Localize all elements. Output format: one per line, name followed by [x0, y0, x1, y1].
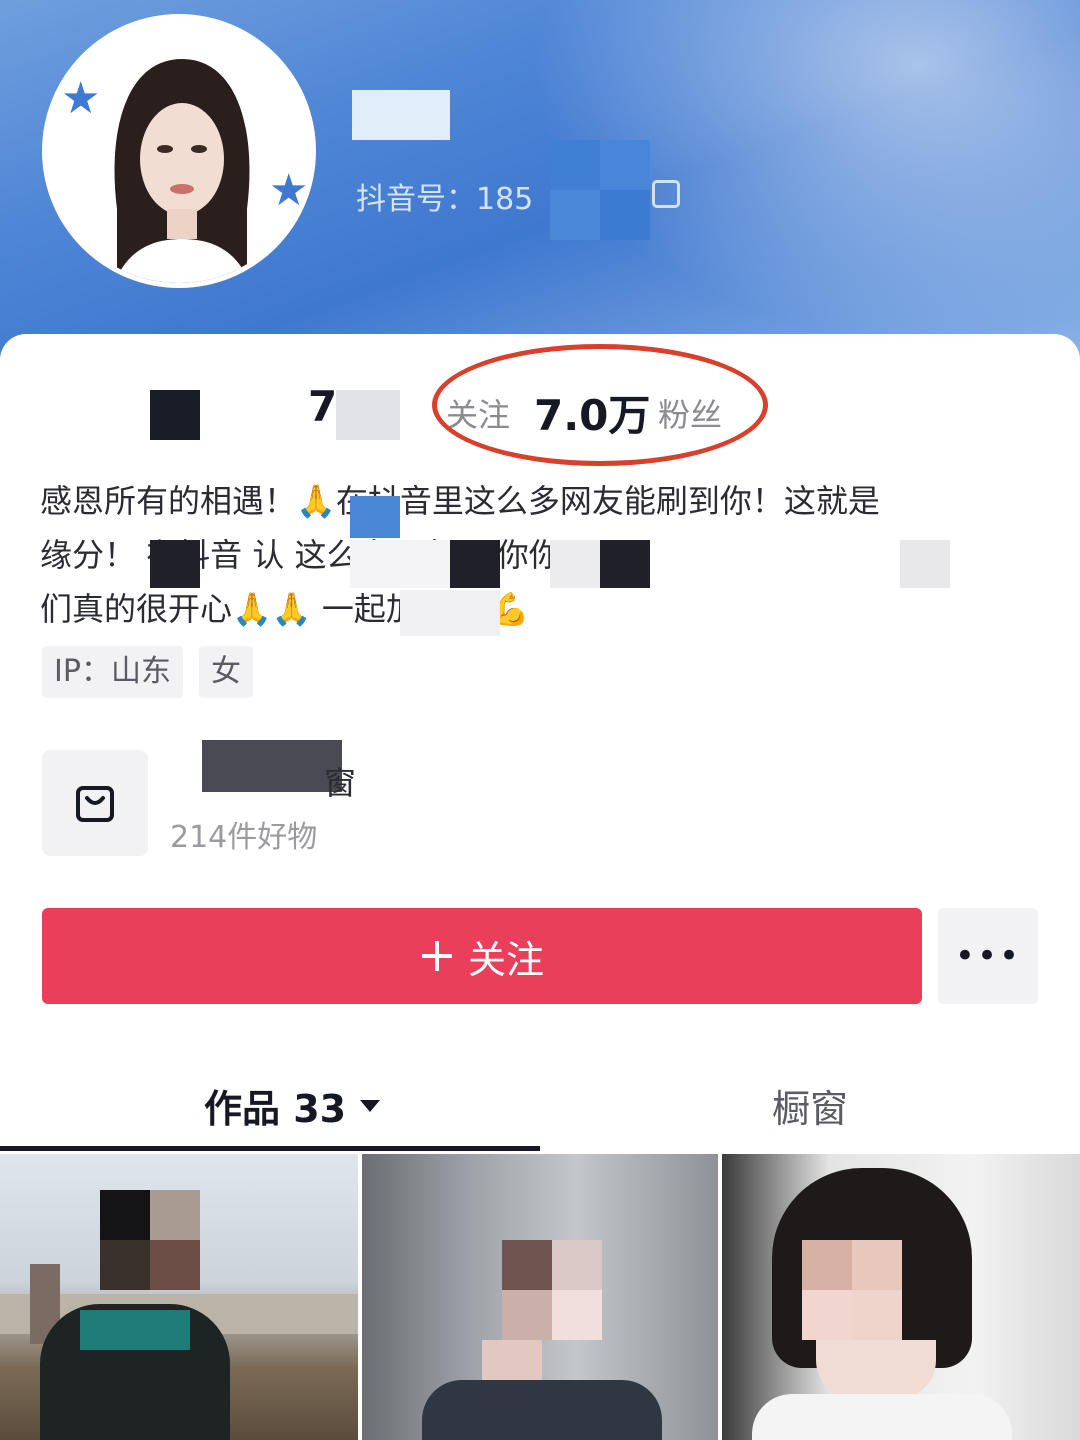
bio-line: 们真的很开心🙏🙏 一起加油💪💪 [40, 590, 530, 628]
shop-title-mosaic [202, 740, 342, 792]
shopping-bag-icon [76, 786, 114, 822]
bio-line: 感恩所有的相遇！🙏在抖音里这么多网友能刷到你！这就是 [40, 482, 880, 520]
plus-icon [421, 941, 452, 971]
highlight-circle [432, 344, 768, 466]
douyin-id-text: 抖音号：185 [356, 182, 534, 217]
follow-button-label: 关注 [467, 937, 544, 982]
bio-mosaic [400, 590, 500, 636]
video-thumbnail[interactable] [362, 1154, 718, 1440]
profile-header: ★ ★ 抖音号：185 [0, 0, 1080, 380]
bio-mosaic [450, 540, 500, 588]
tab-works-label: 作品 33 [204, 1087, 347, 1131]
bio-mosaic [900, 540, 950, 588]
tab-showcase-label: 橱窗 [772, 1087, 849, 1131]
username-mosaic [352, 90, 450, 140]
following-count-mosaic [336, 390, 400, 440]
bio-mosaic [350, 540, 450, 588]
avatar[interactable]: ★ ★ [42, 14, 316, 288]
following-count[interactable]: 7 [308, 382, 337, 431]
shop-entry[interactable]: 窗 214件好物 [42, 740, 642, 858]
content-tabs: 作品 33 橱窗 [0, 1060, 1080, 1152]
bio-mosaic [350, 496, 400, 538]
gender-tag: 女 [198, 646, 253, 698]
video-thumbnail[interactable] [722, 1154, 1080, 1440]
tab-active-indicator [0, 1146, 540, 1151]
follow-button[interactable]: 关注 [42, 908, 922, 1004]
tab-works[interactable]: 作品 33 [204, 1078, 382, 1133]
star-icon: ★ [61, 73, 101, 124]
bio-mosaic [150, 540, 200, 588]
bio-mosaic [600, 540, 650, 588]
avatar-portrait [114, 59, 250, 283]
video-grid [0, 1154, 1080, 1440]
shop-count: 214件好物 [170, 820, 318, 855]
more-icon: ••• [954, 936, 1022, 976]
shop-icon-box [42, 750, 148, 856]
tags: IP：山东 女 [42, 646, 253, 698]
shop-title: 窗 [324, 764, 357, 802]
likes-mosaic [150, 390, 200, 440]
caret-down-icon [360, 1099, 381, 1112]
bio-mosaic [550, 540, 600, 588]
star-icon: ★ [269, 165, 309, 216]
tab-showcase[interactable]: 橱窗 [772, 1078, 848, 1133]
ip-tag: IP：山东 [42, 646, 183, 698]
douyin-id-mosaic [540, 140, 680, 240]
douyin-id: 抖音号：185 [356, 174, 533, 218]
video-thumbnail[interactable] [0, 1154, 358, 1440]
more-button[interactable]: ••• [938, 908, 1038, 1004]
